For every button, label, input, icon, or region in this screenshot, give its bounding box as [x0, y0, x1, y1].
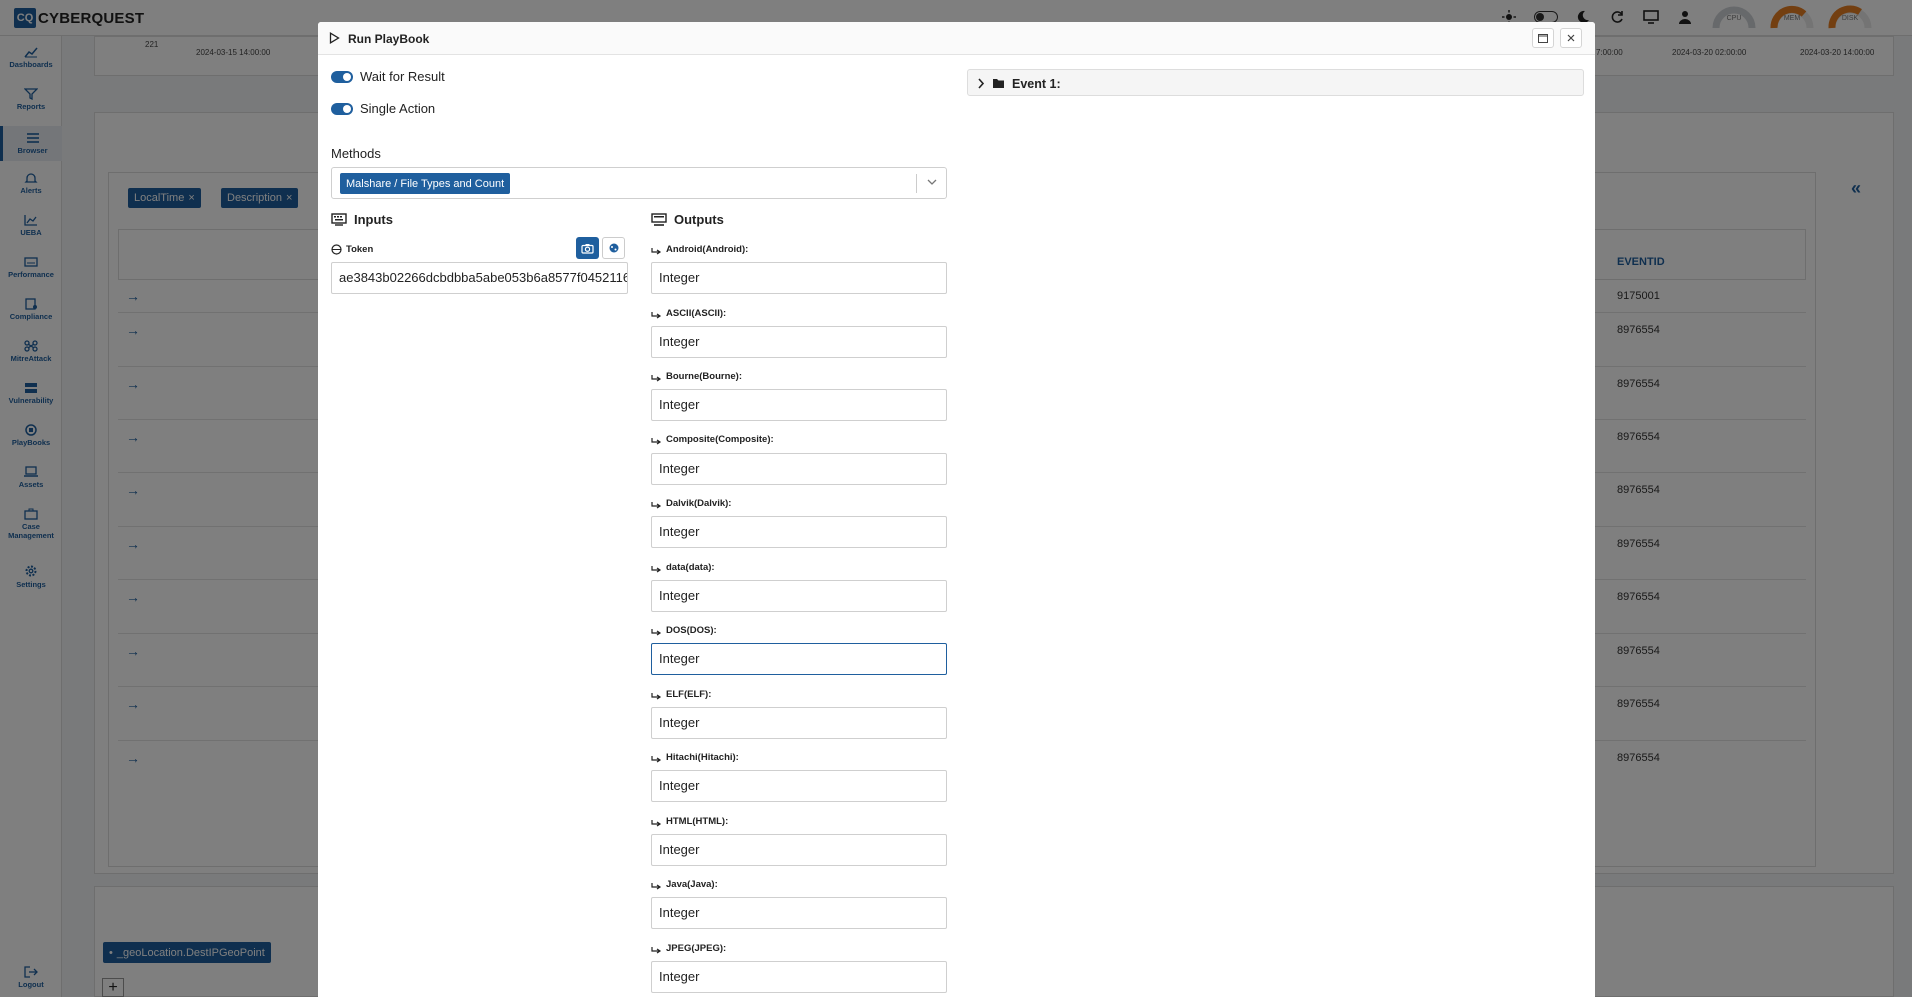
- token-label: Token: [331, 244, 373, 255]
- output-label: Dalvik(Dalvik):: [651, 498, 731, 509]
- output-jpeg-input[interactable]: Integer: [651, 961, 947, 993]
- link-icon: [651, 692, 662, 699]
- output-elf-input[interactable]: Integer: [651, 707, 947, 739]
- output-label: Android(Android):: [651, 244, 748, 255]
- token-link-button[interactable]: [602, 237, 625, 259]
- event-label: Event 1:: [1012, 77, 1061, 91]
- link-icon: [651, 247, 662, 254]
- link-icon: [651, 882, 662, 889]
- output-data-input[interactable]: Integer: [651, 580, 947, 612]
- output-label: Bourne(Bourne):: [651, 371, 742, 382]
- link-icon: [651, 755, 662, 762]
- link-icon: [651, 437, 662, 444]
- camera-icon: [581, 243, 594, 254]
- close-button[interactable]: [1560, 28, 1582, 48]
- output-label: JPEG(JPEG):: [651, 943, 726, 954]
- token-icon: [331, 244, 342, 255]
- output-android-input[interactable]: Integer: [651, 262, 947, 294]
- chevron-down-icon[interactable]: [926, 176, 938, 188]
- output-label: data(data):: [651, 562, 715, 573]
- inputs-title: Inputs: [331, 212, 393, 227]
- output-label: ASCII(ASCII):: [651, 308, 726, 319]
- token-input[interactable]: ae3843b02266dcbdbba5abe053b6a8577f045211…: [331, 262, 628, 294]
- wait-for-result-toggle[interactable]: [331, 70, 353, 83]
- output-html-input[interactable]: Integer: [651, 834, 947, 866]
- maximize-button[interactable]: [1532, 28, 1554, 48]
- output-label: HTML(HTML):: [651, 816, 728, 827]
- link-icon: [651, 311, 662, 318]
- keyboard-icon: [331, 213, 347, 226]
- run-playbook-modal: Run PlayBook Wait for Result Single Acti…: [318, 22, 1595, 997]
- output-java-input[interactable]: Integer: [651, 897, 947, 929]
- methods-label: Methods: [331, 146, 381, 161]
- single-action-toggle[interactable]: [331, 102, 353, 115]
- link-icon: [651, 946, 662, 953]
- close-icon: [1567, 34, 1575, 42]
- output-label: Hitachi(Hitachi):: [651, 752, 739, 763]
- link-icon: [651, 565, 662, 572]
- method-chip[interactable]: Malshare / File Types and Count: [340, 173, 511, 194]
- capture-token-button[interactable]: [576, 237, 599, 259]
- modal-title: Run PlayBook: [348, 32, 430, 46]
- wait-for-result-label: Wait for Result: [360, 69, 445, 84]
- single-action-label: Single Action: [360, 101, 436, 116]
- output-label: Composite(Composite):: [651, 434, 774, 445]
- output-composite-input[interactable]: Integer: [651, 453, 947, 485]
- folder-icon: [993, 79, 1004, 88]
- single-action-toggle-row: Single Action: [331, 101, 435, 116]
- maximize-icon: [1538, 33, 1548, 43]
- output-bourne-input[interactable]: Integer: [651, 389, 947, 421]
- output-dalvik-input[interactable]: Integer: [651, 516, 947, 548]
- methods-select[interactable]: Malshare / File Types and Count: [331, 167, 947, 199]
- outputs-title: Outputs: [651, 212, 724, 227]
- output-hitachi-input[interactable]: Integer: [651, 770, 947, 802]
- play-icon: [329, 32, 340, 44]
- link-icon: [651, 501, 662, 508]
- output-label: Java(Java):: [651, 879, 718, 890]
- output-dos-input[interactable]: Integer: [651, 643, 947, 675]
- link-icon: [651, 628, 662, 635]
- event-panel[interactable]: Event 1:: [967, 69, 1584, 96]
- output-ascii-input[interactable]: Integer: [651, 326, 947, 358]
- wait-for-result-toggle-row: Wait for Result: [331, 69, 445, 84]
- chevron-right-icon[interactable]: [977, 78, 985, 89]
- modal-header: Run PlayBook: [318, 22, 1595, 55]
- link-icon: [651, 819, 662, 826]
- monitor-icon: [651, 213, 667, 226]
- cookie-icon: [609, 243, 618, 253]
- output-label: ELF(ELF):: [651, 689, 711, 700]
- link-icon: [651, 374, 662, 381]
- output-label: DOS(DOS):: [651, 625, 717, 636]
